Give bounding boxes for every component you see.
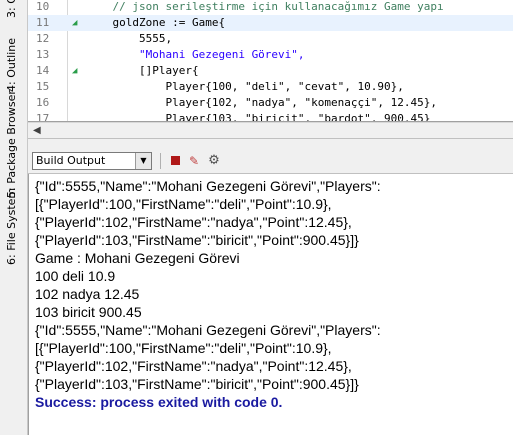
line-number: 14 <box>36 64 50 77</box>
code-text: Player{100, "deli", "cevat", 10.90}, <box>86 80 404 93</box>
console-line: [{"PlayerId":100,"FirstName":"deli","Poi… <box>35 340 332 356</box>
toolbar-divider <box>160 153 161 169</box>
console-line: {"PlayerId":102,"FirstName":"nadya","Poi… <box>35 214 352 230</box>
code-editor[interactable]: 10 // json serileştirme için kullanacağı… <box>28 0 513 122</box>
stop-icon[interactable] <box>167 153 183 169</box>
line-number: 13 <box>36 48 50 61</box>
tab-call-hierarchy[interactable]: 3: Call Hierarchy <box>5 0 18 18</box>
line-number: 10 <box>36 0 50 13</box>
clear-icon[interactable]: ✎ <box>186 153 202 169</box>
console-line: 103 biricit 900.45 <box>35 304 142 320</box>
line-number: 12 <box>36 32 50 45</box>
line-number: 11 <box>36 16 50 29</box>
console-line: {"PlayerId":103,"FirstName":"biricit","P… <box>35 232 359 248</box>
side-tab-strip: 3: Call Hierarchy 4: Outline 5: Package … <box>0 0 28 435</box>
code-text: // json serileştirme için kullanacağımız… <box>86 0 444 13</box>
code-line[interactable]: 16 Player{102, "nadya", "komenaççi", 12.… <box>28 95 513 111</box>
tab-label: 6: File System <box>5 187 18 265</box>
code-text: []Player{ <box>86 64 199 77</box>
success-message: Success: process exited with code 0. <box>35 394 283 410</box>
fold-marker-icon[interactable]: ◢ <box>72 15 77 31</box>
line-number: 16 <box>36 96 50 109</box>
console-select[interactable]: Build Output ▼ <box>32 152 152 170</box>
tab-label: 5: Package Browser <box>5 90 18 198</box>
console-line: {"Id":5555,"Name":"Mohani Gezegeni Görev… <box>35 322 381 338</box>
code-line[interactable]: 17 Player{103, "biricit", "bardot", 900.… <box>28 111 513 122</box>
fold-marker-icon[interactable]: ◢ <box>72 63 77 79</box>
console-line: {"PlayerId":103,"FirstName":"biricit","P… <box>35 376 359 392</box>
code-line[interactable]: 10 // json serileştirme için kullanacağı… <box>28 0 513 15</box>
tab-package-browser[interactable]: 5: Package Browser <box>5 86 18 198</box>
code-text: Player{103, "biricit", "bardot", 900.45} <box>86 112 431 122</box>
gear-icon[interactable]: ⚙ <box>206 153 222 169</box>
tab-label: 4: Outline <box>5 38 18 92</box>
panel-splitter[interactable] <box>28 138 513 148</box>
console-line: 102 nadya 12.45 <box>35 286 140 302</box>
console-output[interactable]: {"Id":5555,"Name":"Mohani Gezegeni Görev… <box>28 174 513 435</box>
tab-outline[interactable]: 4: Outline <box>5 24 18 92</box>
console-line: [{"PlayerId":100,"FirstName":"deli","Poi… <box>35 196 332 212</box>
code-line[interactable]: 14 ◢ []Player{ <box>28 63 513 79</box>
console-select-value: Build Output <box>36 154 106 167</box>
code-line[interactable]: 12 5555, <box>28 31 513 47</box>
tab-file-system[interactable]: 6: File System <box>5 187 18 265</box>
line-number: 15 <box>36 80 50 93</box>
code-line[interactable]: 11 ◢ goldZone := Game{ <box>28 15 513 31</box>
console-line: {"Id":5555,"Name":"Mohani Gezegeni Görev… <box>35 178 381 194</box>
code-line[interactable]: 15 Player{100, "deli", "cevat", 10.90}, <box>28 79 513 95</box>
line-number: 17 <box>36 112 50 122</box>
console-line: {"PlayerId":102,"FirstName":"nadya","Poi… <box>35 358 352 374</box>
code-text: "Mohani Gezegeni Görevi", <box>86 48 305 61</box>
code-text: Player{102, "nadya", "komenaççi", 12.45}… <box>86 96 437 109</box>
console-line: 100 deli 10.9 <box>35 268 116 284</box>
console-line: Game : Mohani Gezegeni Görevi <box>35 250 240 266</box>
code-line[interactable]: 13 "Mohani Gezegeni Görevi", <box>28 47 513 63</box>
console-toolbar: Build Output ▼ ✎ ⚙ <box>28 148 513 174</box>
chevron-down-icon[interactable]: ▼ <box>135 153 151 169</box>
code-text: goldZone := Game{ <box>86 16 226 29</box>
tab-label: 3: Call Hierarchy <box>5 0 18 18</box>
scroll-left-icon[interactable]: ◀ <box>33 125 41 136</box>
editor-horizontal-scrollbar[interactable]: ◀ <box>28 122 513 138</box>
code-text: 5555, <box>86 32 173 45</box>
